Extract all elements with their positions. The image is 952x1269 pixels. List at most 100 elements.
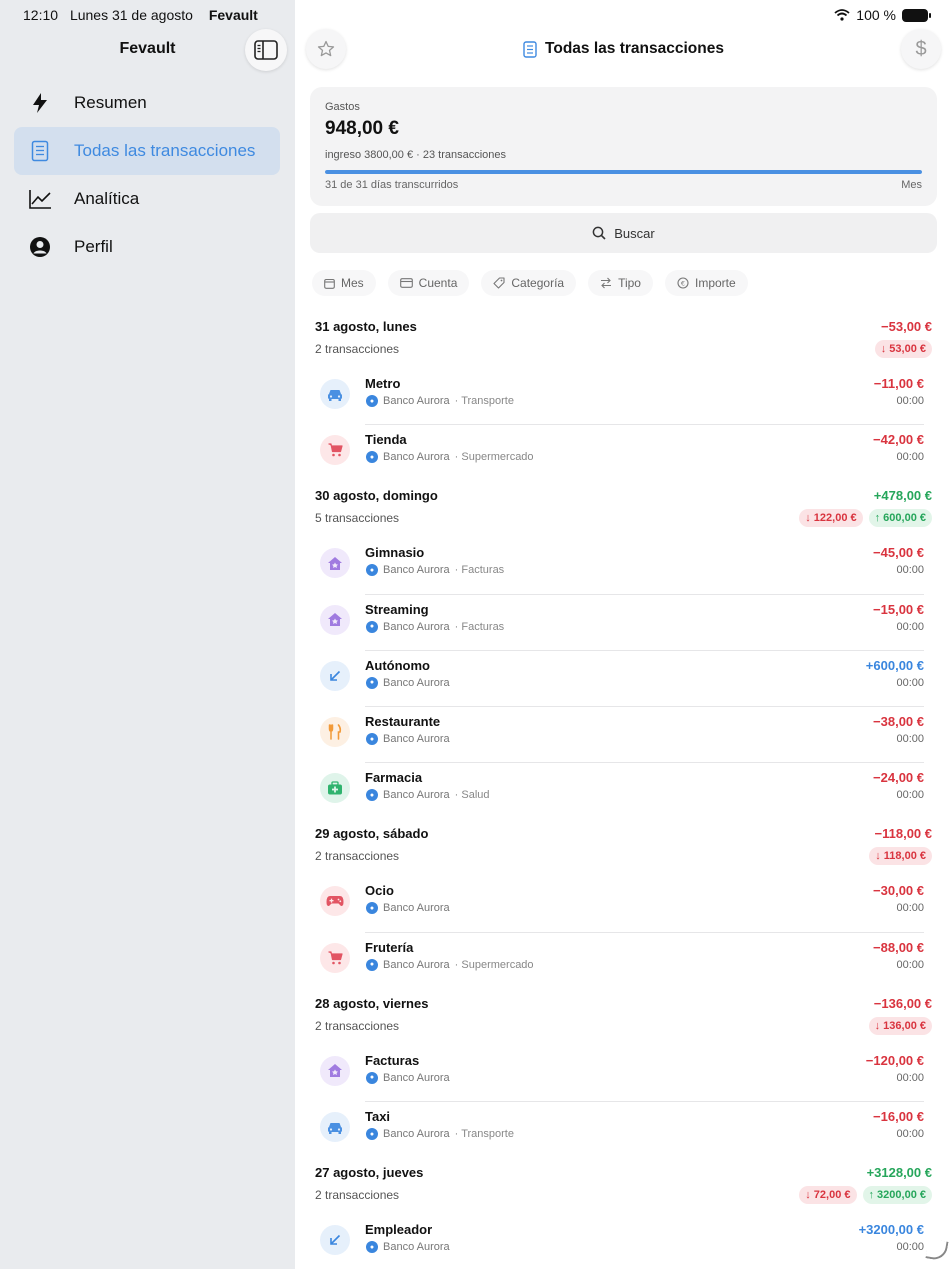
transaction-amount: −30,00 € <box>873 883 924 899</box>
transaction-bank: Banco Aurora <box>383 1071 450 1084</box>
day-title: 29 agosto, sábado <box>315 826 429 842</box>
sidebar-item-analitica[interactable]: Analítica <box>14 175 280 223</box>
dollar-icon: $ <box>915 37 927 60</box>
transaction-name: Taxi <box>365 1109 391 1125</box>
filter-cuenta[interactable]: Cuenta <box>387 270 470 296</box>
medkit-icon <box>320 773 350 804</box>
filter-tipo[interactable]: Tipo <box>588 270 653 296</box>
transaction-meta: ● Banco Aurora <box>366 1241 450 1254</box>
transaction-row[interactable]: Tienda ● Banco Aurora · Supermercado −42,00 … <box>310 425 937 483</box>
day-header: 28 agosto, viernes 2 transacciones −136,00… <box>310 991 937 1046</box>
search-placeholder: Buscar <box>614 225 655 241</box>
progress-fill <box>325 170 922 174</box>
bank-icon: ● <box>366 620 378 633</box>
sidebar: 12:10 Lunes 31 de agosto Fevault Fevault… <box>0 0 295 1269</box>
bolt-icon <box>28 91 52 115</box>
sidebar-item-label: Resumen <box>74 93 147 112</box>
status-bar-left: 12:10 Lunes 31 de agosto Fevault <box>23 7 258 23</box>
scroll-indicator[interactable] <box>925 1238 949 1262</box>
transaction-name: Streaming <box>365 601 429 617</box>
filter-importe[interactable]: € Importe <box>664 270 748 296</box>
bank-icon: ● <box>366 564 378 577</box>
transaction-row[interactable]: Metro ● Banco Aurora · Transporte −11,00 € 00… <box>310 369 937 426</box>
transaction-name: Farmacia <box>365 770 423 786</box>
transaction-row[interactable]: Farmacia ● Banco Aurora · Salud −24,00 € 00:0… <box>310 763 937 821</box>
day-title: 31 agosto, lunes <box>315 319 417 334</box>
transaction-row[interactable]: Taxi ● Banco Aurora · Transporte −16,00 € 00:… <box>310 1102 937 1160</box>
day-expense-pill: ↓ 72,00 € <box>799 1186 857 1205</box>
sidebar-nav: Resumen Todas las transacciones Analític… <box>14 79 280 271</box>
bank-icon: ● <box>366 1071 378 1084</box>
transaction-time: 00:00 <box>896 451 924 464</box>
battery-level: 100 % <box>856 7 896 23</box>
day-expense-pill: ↓ 118,00 € <box>869 847 932 866</box>
transaction-meta: ● Banco Aurora · Transporte <box>366 1128 514 1141</box>
search-field[interactable]: Buscar <box>310 213 937 253</box>
currency-button[interactable]: $ <box>901 29 941 69</box>
wifi-icon <box>834 9 850 21</box>
transaction-row[interactable]: Gimnasio ● Banco Aurora · Facturas −45,00 € 0… <box>310 538 937 595</box>
transaction-row[interactable]: Facturas ● Banco Aurora −120,00 € 00:00 <box>310 1046 937 1103</box>
transaction-list: 31 agosto, lunes 2 transacciones −53,00 € ↓… <box>310 314 937 1269</box>
transaction-bank: Banco Aurora <box>383 1241 450 1254</box>
sidebar-item-resumen[interactable]: Resumen <box>14 79 280 127</box>
transaction-row[interactable]: Restaurante ● Banco Aurora −38,00 € 00:00 <box>310 707 937 764</box>
summary-subtitle: ingreso 3800,00 € · 23 transacciones <box>325 149 507 161</box>
transaction-row[interactable]: Empleador ● Banco Aurora +3200,00 € 00:00 <box>310 1215 937 1269</box>
transaction-bank: Banco Aurora <box>383 620 450 633</box>
transaction-name: Empleador <box>365 1222 433 1238</box>
sidebar-item-label: Analítica <box>74 189 140 208</box>
bank-icon: ● <box>366 789 378 802</box>
sidebar-toggle-button[interactable] <box>245 29 287 71</box>
transaction-category: · Transporte <box>454 1128 514 1141</box>
house-icon <box>320 1055 350 1086</box>
transaction-time: 00:00 <box>896 1071 924 1084</box>
status-time: 12:10 <box>23 7 59 23</box>
transaction-amount: −16,00 € <box>873 1109 924 1125</box>
summary-card[interactable]: Gastos 948,00 € ingreso 3800,00 € · 23 t… <box>310 87 937 206</box>
day-expense-pill: ↓ 122,00 € <box>799 509 863 528</box>
house-icon <box>320 548 350 579</box>
day-expense-pill: ↓ 136,00 € <box>868 1016 932 1035</box>
bank-icon: ● <box>366 958 378 971</box>
transaction-bank: Banco Aurora <box>383 564 450 577</box>
page-title: Todas las transacciones <box>295 40 952 58</box>
car-icon <box>320 1112 350 1143</box>
chart-line-icon <box>28 187 52 211</box>
bank-icon: ● <box>366 1241 378 1254</box>
filter-mes[interactable]: Mes <box>312 270 376 296</box>
transaction-row[interactable]: Ocio ● Banco Aurora −30,00 € 00:00 <box>310 876 937 933</box>
summary-days: 31 de 31 días transcurridos <box>325 179 459 191</box>
day-header: 29 agosto, sábado 2 transacciones −118,00 … <box>310 821 937 876</box>
transaction-name: Autónomo <box>365 657 430 673</box>
transaction-time: 00:00 <box>896 395 924 407</box>
sidebar-item-transacciones[interactable]: Todas las transacciones <box>14 127 280 175</box>
day-expense-pill: ↓ 53,00 € <box>874 340 932 358</box>
day-count: 5 transacciones <box>315 511 400 526</box>
filter-categoria[interactable]: Categoría <box>481 270 577 296</box>
svg-text:€: € <box>681 279 685 287</box>
transaction-row[interactable]: Frutería ● Banco Aurora · Supermercado −88,0… <box>310 933 937 991</box>
transaction-time: 00:00 <box>896 564 924 577</box>
transaction-meta: ● Banco Aurora · Supermercado <box>366 451 534 464</box>
filter-label: Importe <box>694 276 736 290</box>
filter-label: Mes <box>341 276 364 290</box>
document-icon <box>523 40 537 58</box>
transaction-bank: Banco Aurora <box>383 395 450 407</box>
transaction-bank: Banco Aurora <box>383 789 450 802</box>
transaction-row[interactable]: Streaming ● Banco Aurora · Facturas −15,00 €… <box>310 595 937 651</box>
document-icon <box>28 139 52 163</box>
main-content: 100 % Todas las transacciones $ Gastos 9… <box>295 0 952 1269</box>
transaction-name: Metro <box>365 376 401 391</box>
transaction-row[interactable]: Autónomo ● Banco Aurora +600,00 € 00:00 <box>310 651 937 708</box>
sidebar-item-perfil[interactable]: Perfil <box>14 223 280 271</box>
day-total: +3128,00 € <box>866 1165 932 1181</box>
bank-icon: ● <box>366 1128 378 1141</box>
gamepad-icon <box>320 886 350 917</box>
day-total: −53,00 € <box>881 319 932 334</box>
cart-icon <box>320 942 350 973</box>
transaction-amount: −45,00 € <box>873 545 924 561</box>
battery-icon <box>902 8 931 22</box>
cart-icon <box>320 435 350 466</box>
transaction-name: Facturas <box>365 1052 420 1068</box>
